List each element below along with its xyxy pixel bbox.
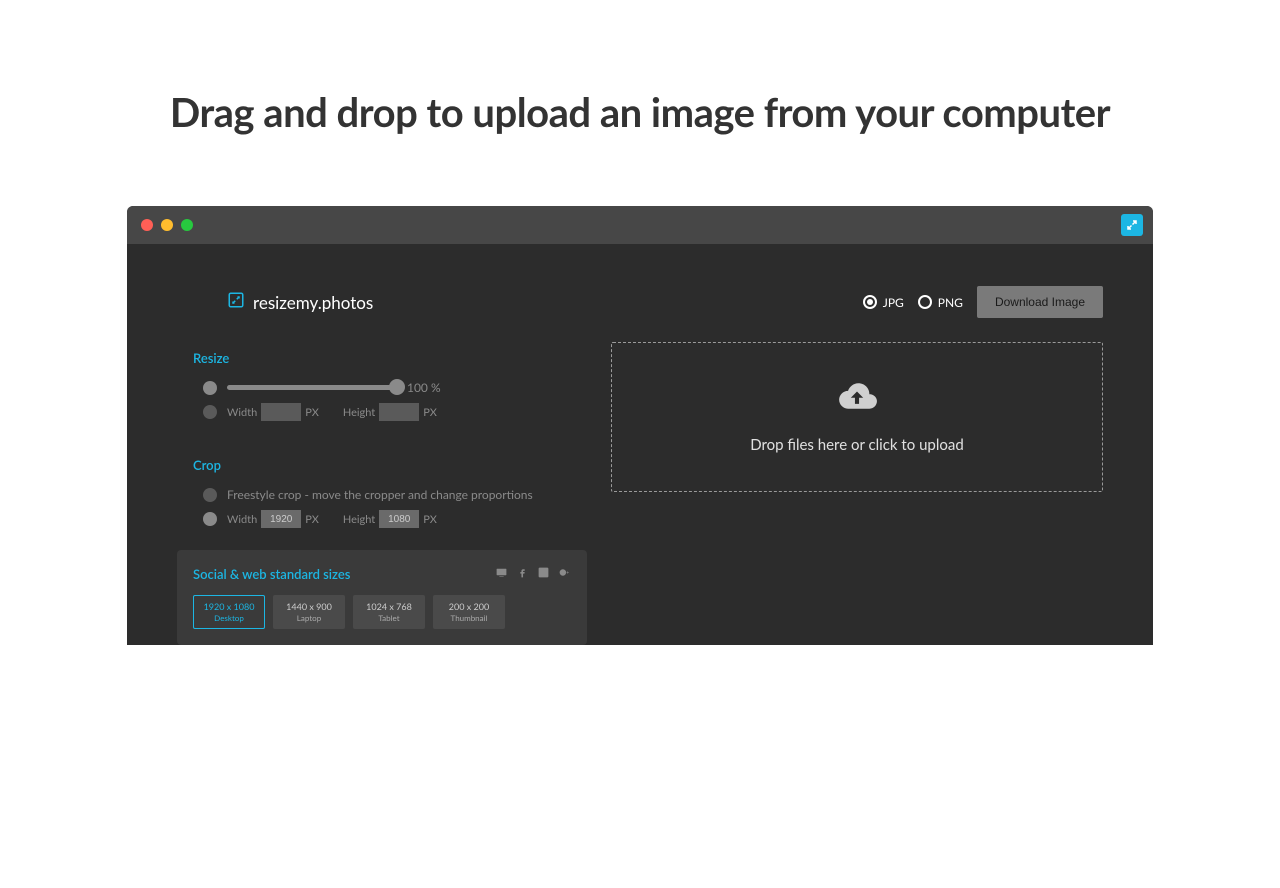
sizes-panel: Social & web standard sizes 1920 x 1080 …	[177, 550, 587, 645]
controls-panel: Resize 100 % Width PX Height PX	[177, 342, 587, 645]
brand-name: resizemy.photos	[253, 292, 373, 313]
px-label: PX	[423, 406, 437, 419]
crop-freestyle-row[interactable]: Freestyle crop - move the cropper and ch…	[203, 487, 587, 502]
format-png-radio[interactable]: PNG	[918, 295, 963, 310]
size-tile-laptop[interactable]: 1440 x 900 Laptop	[273, 595, 345, 629]
tile-dim: 1920 x 1080	[204, 601, 255, 612]
tile-name: Desktop	[214, 613, 244, 623]
px-label: PX	[305, 406, 319, 419]
facebook-icon[interactable]	[516, 564, 529, 583]
crop-width-label: Width	[227, 513, 257, 526]
tile-name: Thumbnail	[451, 613, 488, 623]
app-window: resizemy.photos JPG PNG Download Image R…	[127, 206, 1153, 645]
maximize-window-button[interactable]	[181, 219, 193, 231]
resize-dim-row[interactable]: Width PX Height PX	[203, 403, 587, 421]
radio-icon	[203, 512, 217, 526]
crop-dim-row[interactable]: Width PX Height PX	[203, 510, 587, 528]
resize-height-input[interactable]	[379, 403, 419, 421]
radio-icon	[203, 381, 217, 395]
size-tile-tablet[interactable]: 1024 x 768 Tablet	[353, 595, 425, 629]
radio-icon	[203, 405, 217, 419]
minimize-window-button[interactable]	[161, 219, 173, 231]
download-button[interactable]: Download Image	[977, 286, 1103, 318]
size-tile-thumbnail[interactable]: 200 x 200 Thumbnail	[433, 595, 505, 629]
slider-thumb[interactable]	[389, 379, 405, 395]
resize-percent-row[interactable]: 100 %	[203, 380, 587, 395]
tile-dim: 1440 x 900	[286, 601, 332, 612]
resize-slider[interactable]	[227, 385, 397, 390]
crop-width-input[interactable]	[261, 510, 301, 528]
tile-dim: 200 x 200	[449, 601, 489, 612]
radio-icon	[863, 295, 877, 309]
resize-section-label: Resize	[193, 350, 587, 366]
resize-percent-value: 100 %	[407, 380, 441, 395]
brand-logo: resizemy.photos	[227, 291, 373, 313]
resize-width-input[interactable]	[261, 403, 301, 421]
titlebar	[127, 206, 1153, 244]
tile-name: Tablet	[378, 613, 399, 623]
radio-icon	[918, 295, 932, 309]
dropzone[interactable]: Drop files here or click to upload	[611, 342, 1103, 492]
brand-icon	[227, 291, 245, 313]
linkedin-icon[interactable]	[537, 564, 550, 583]
crop-height-input[interactable]	[379, 510, 419, 528]
radio-icon	[203, 488, 217, 502]
sizes-title: Social & web standard sizes	[193, 566, 350, 582]
tile-name: Laptop	[297, 613, 321, 623]
format-png-label: PNG	[938, 295, 963, 310]
crop-section-label: Crop	[193, 457, 587, 473]
px-label: PX	[423, 513, 437, 526]
close-window-button[interactable]	[141, 219, 153, 231]
crop-height-label: Height	[343, 513, 375, 526]
resize-width-label: Width	[227, 406, 257, 419]
desktop-icon[interactable]	[495, 564, 508, 583]
format-jpg-radio[interactable]: JPG	[863, 295, 904, 310]
expand-icon[interactable]	[1121, 214, 1143, 236]
cloud-upload-icon	[835, 380, 879, 418]
dropzone-text: Drop files here or click to upload	[750, 436, 964, 454]
google-plus-icon[interactable]	[558, 564, 571, 583]
resize-height-label: Height	[343, 406, 375, 419]
px-label: PX	[305, 513, 319, 526]
size-tile-desktop[interactable]: 1920 x 1080 Desktop	[193, 595, 265, 629]
freestyle-text: Freestyle crop - move the cropper and ch…	[227, 487, 533, 502]
format-controls: JPG PNG Download Image	[863, 286, 1103, 318]
tile-dim: 1024 x 768	[366, 601, 412, 612]
page-title: Drag and drop to upload an image from yo…	[0, 88, 1280, 136]
size-tiles: 1920 x 1080 Desktop 1440 x 900 Laptop 10…	[193, 595, 571, 629]
format-jpg-label: JPG	[883, 295, 904, 310]
